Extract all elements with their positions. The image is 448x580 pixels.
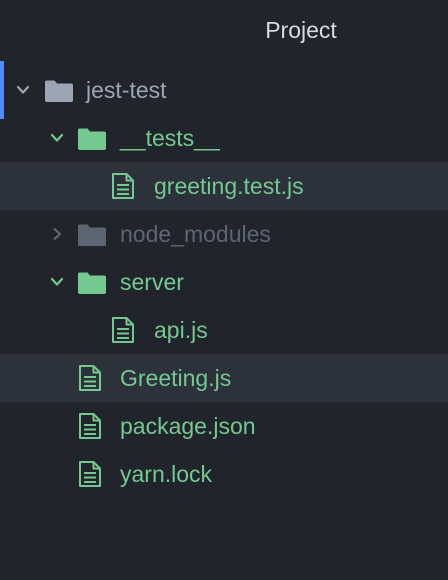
tree-item-greeting-test-js[interactable]: greeting.test.js xyxy=(0,162,448,210)
tree-item-label: __tests__ xyxy=(120,125,220,151)
panel-title: Project xyxy=(265,17,337,43)
file-text-icon xyxy=(78,412,102,440)
project-panel: Project jest-test __tests__ greeting.tes… xyxy=(0,0,448,580)
tree-item-greeting-js[interactable]: Greeting.js xyxy=(0,354,448,402)
tree-item-package-json[interactable]: package.json xyxy=(0,402,448,450)
file-tree: jest-test __tests__ greeting.test.js nod… xyxy=(0,66,448,498)
tree-item-yarn-lock[interactable]: yarn.lock xyxy=(0,450,448,498)
tree-item-label: jest-test xyxy=(86,77,167,103)
file-text-icon xyxy=(78,460,102,488)
file-text-icon xyxy=(78,364,102,392)
folder-icon xyxy=(77,223,107,247)
file-text-icon xyxy=(111,316,135,344)
tree-item-tests-folder[interactable]: __tests__ xyxy=(0,114,448,162)
chevron-right-icon[interactable] xyxy=(50,227,64,241)
tree-item-label: yarn.lock xyxy=(120,461,213,487)
tree-item-api-js[interactable]: api.js xyxy=(0,306,448,354)
folder-icon xyxy=(77,127,107,151)
tree-item-label: Greeting.js xyxy=(120,365,232,391)
tree-item-label: greeting.test.js xyxy=(154,173,304,199)
folder-icon xyxy=(44,79,74,103)
tree-item-jest-test[interactable]: jest-test xyxy=(0,66,448,114)
tree-item-server-folder[interactable]: server xyxy=(0,258,448,306)
tree-item-node-modules[interactable]: node_modules xyxy=(0,210,448,258)
tree-item-label: package.json xyxy=(120,413,256,439)
chevron-down-icon[interactable] xyxy=(16,83,30,97)
folder-icon xyxy=(77,271,107,295)
file-text-icon xyxy=(111,172,135,200)
tree-item-label: server xyxy=(120,269,184,295)
chevron-down-icon[interactable] xyxy=(50,131,64,145)
tree-item-label: api.js xyxy=(154,317,208,343)
chevron-down-icon[interactable] xyxy=(50,275,64,289)
tree-item-label: node_modules xyxy=(120,221,271,247)
